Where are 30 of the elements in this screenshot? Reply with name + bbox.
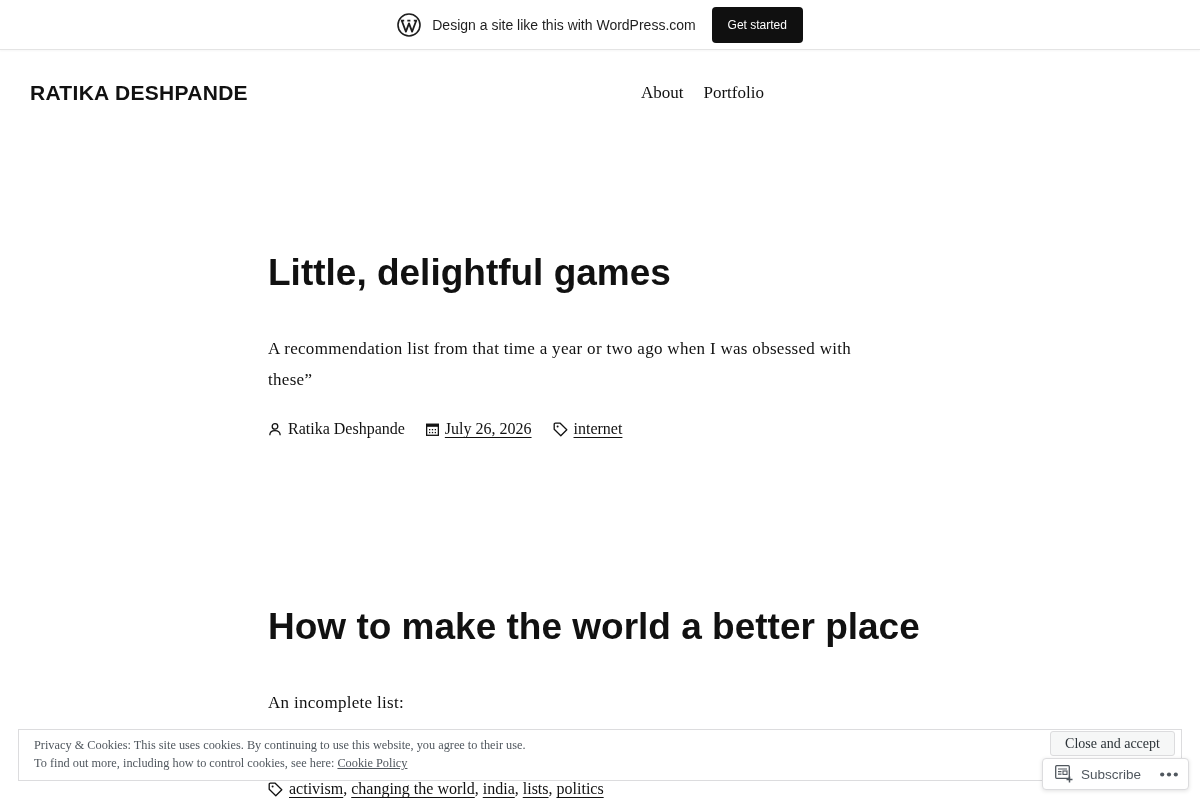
post-title[interactable]: How to make the world a better place — [268, 605, 920, 649]
tag-link[interactable]: politics — [556, 780, 604, 797]
post-tags: activism, changing the world, india, lists, politics — [289, 777, 604, 800]
subscribe-button[interactable]: Subscribe — [1055, 765, 1142, 783]
tag-link[interactable]: changing the world — [351, 780, 475, 797]
post-title[interactable]: Little, delightful games — [268, 251, 671, 295]
post-excerpt: A recommendation list from that time a year or two ago when I was obsessed with these” — [268, 338, 853, 391]
more-button[interactable] — [1160, 771, 1178, 777]
cookie-notice: Privacy & Cookies: This site uses cookies. By continuing to use this website, you agree to their use. To find out more, including how to control cookies, see here: Cookie Policy — [34, 737, 526, 772]
newsletter-icon — [1055, 765, 1073, 783]
post-date-link[interactable]: July 26, 2026 — [444, 417, 532, 441]
more-dots-icon — [1160, 771, 1178, 777]
nav-link[interactable]: Portfolio — [703, 80, 764, 106]
tag-link[interactable]: lists — [522, 780, 549, 797]
site-title[interactable]: RATIKA DESHPANDE — [30, 81, 248, 104]
tag-link[interactable]: india — [482, 780, 515, 797]
get-started-button[interactable]: Get started — [711, 6, 803, 43]
tag-link[interactable]: activism — [289, 780, 344, 797]
calendar-icon — [425, 422, 439, 436]
post-author: Ratika Deshpande — [288, 419, 405, 440]
post-excerpt: An incomplete list: — [268, 692, 405, 714]
cookie-policy-link[interactable]: Cookie Policy — [337, 756, 408, 770]
promo-text: Design a site like this with WordPress.com — [432, 16, 696, 33]
person-icon — [268, 422, 282, 436]
tag-icon — [268, 781, 283, 797]
close-and-accept-button[interactable]: Close and accept — [1050, 731, 1175, 756]
nav-link[interactable]: About — [641, 80, 684, 106]
wordpress-logo-icon — [397, 12, 422, 37]
tag-link[interactable]: internet — [573, 417, 623, 441]
tag-icon — [552, 421, 568, 437]
